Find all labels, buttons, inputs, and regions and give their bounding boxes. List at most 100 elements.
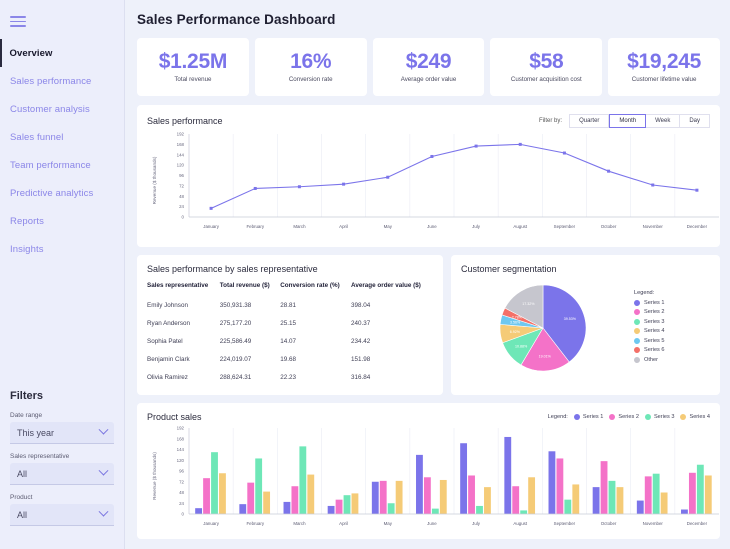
legend-item: Series 2	[609, 414, 639, 420]
sidebar-item-team-performance[interactable]: Team performance	[0, 151, 124, 179]
sidebar-item-insights[interactable]: Insights	[0, 235, 124, 263]
table-header-row: Sales representative Total revenue ($) Con…	[147, 282, 433, 296]
product-sales-card: Product sales Legend: Series 1 Series 2 Se…	[137, 403, 720, 539]
svg-text:March: March	[293, 521, 306, 526]
filter-pill-month[interactable]: Month	[609, 114, 647, 128]
legend-color-dot	[634, 309, 640, 316]
svg-text:144: 144	[177, 447, 185, 452]
sidebar-item-predictive-analytics[interactable]: Predictive analytics	[0, 179, 124, 207]
table-cell: 316.84	[351, 373, 371, 381]
sidebar-item-overview[interactable]: Overview	[0, 39, 124, 67]
legend-label: Series 4	[644, 328, 665, 335]
select-value: All	[17, 509, 28, 520]
sidebar-item-reports[interactable]: Reports	[0, 207, 124, 235]
svg-text:48: 48	[179, 490, 184, 495]
filter-pill-week[interactable]: Week	[646, 114, 681, 128]
filter-field: Date range This year	[10, 412, 114, 444]
svg-text:September: September	[554, 224, 576, 229]
field-label: Sales representative	[10, 453, 70, 460]
svg-text:September: September	[554, 521, 576, 526]
kpi-value: 16%	[290, 50, 332, 73]
legend-item: Series 6	[634, 347, 665, 354]
filter-pill-quarter[interactable]: Quarter	[569, 114, 610, 128]
card-title: Sales performance by sales representativ…	[147, 264, 318, 274]
kpi-label: Customer lifetime value	[631, 76, 697, 83]
table-row: Benjamin Clark 224,019.07 19.68 151.98	[147, 350, 433, 368]
svg-text:48: 48	[179, 194, 184, 199]
legend-color-dot	[634, 347, 640, 354]
legend-item: Other	[634, 356, 665, 363]
page-title: Sales Performance Dashboard	[137, 12, 336, 27]
sidebar: Overview Sales performance Customer analys…	[0, 0, 125, 549]
svg-text:10.88%: 10.88%	[515, 344, 528, 348]
filters-title: Filters	[10, 390, 44, 402]
select-date-range[interactable]: This year	[10, 422, 114, 444]
customer-segmentation-pie-chart: 39.53%19.01%10.88%6.92%3.56%2.78%17.32%	[499, 284, 587, 372]
select-sales-representative[interactable]: All	[10, 463, 114, 485]
svg-text:0: 0	[182, 215, 185, 220]
card-title: Sales performance	[147, 116, 223, 126]
kpi-value: $19,245	[627, 50, 701, 73]
hamburger-icon[interactable]	[10, 16, 26, 27]
legend-title: Legend:	[547, 414, 568, 420]
svg-text:January: January	[203, 224, 219, 229]
filter-field: Product All	[10, 494, 114, 526]
svg-text:November: November	[643, 521, 664, 526]
svg-text:February: February	[246, 224, 264, 229]
table-row: Emily Johnson 350,931.38 28.81 398.04	[147, 296, 433, 314]
table-cell: Ryan Anderson	[147, 319, 191, 327]
svg-text:120: 120	[177, 458, 185, 463]
legend-item: Series 3	[634, 318, 665, 325]
sidebar-item-sales-funnel[interactable]: Sales funnel	[0, 123, 124, 151]
kpi-label: Total revenue	[174, 76, 212, 83]
table-body: Emily Johnson 350,931.38 28.81 398.04 Ryan A…	[147, 296, 433, 386]
svg-text:August: August	[513, 224, 527, 229]
sales-rep-table-card: Sales performance by sales representativ…	[137, 255, 443, 395]
table-cell: 22.23	[280, 373, 296, 381]
legend-color-dot	[644, 414, 651, 420]
legend-label: Series 3	[644, 318, 665, 325]
kpi-value: $58	[529, 50, 564, 73]
table-column-header: Total revenue ($)	[219, 282, 270, 289]
legend-label: Other	[644, 356, 658, 363]
legend-color-dot	[609, 414, 616, 420]
svg-text:October: October	[601, 224, 617, 229]
select-value: This year	[17, 427, 55, 438]
filter-pill-day[interactable]: Day	[680, 114, 710, 128]
filter-pills: Quarter Month Week Day	[569, 114, 710, 128]
table-column-header: Average order value ($)	[351, 282, 421, 289]
legend-color-dot	[680, 414, 687, 420]
legend-label: Series 5	[644, 337, 665, 344]
table-row: Sophia Patel 225,586.49 14.07 234.42	[147, 332, 433, 350]
table-cell: 151.98	[351, 355, 371, 363]
pie-legend: Legend: Series 1 Series 2 Series 3 Series 4…	[634, 290, 665, 367]
svg-text:96: 96	[179, 173, 184, 178]
chevron-down-icon	[98, 465, 109, 476]
svg-text:6.92%: 6.92%	[510, 330, 521, 334]
legend-item: Series 3	[644, 414, 675, 420]
sales-performance-card: Sales performance Filter by: Quarter Mont…	[137, 105, 720, 247]
svg-text:April: April	[339, 521, 348, 526]
main-content: Sales Performance Dashboard $1.25M Total …	[125, 0, 730, 549]
svg-text:Revenue ($ thousands): Revenue ($ thousands)	[152, 452, 157, 500]
card-header: Product sales Legend: Series 1 Series 2 Se…	[147, 412, 710, 422]
svg-text:April: April	[339, 224, 348, 229]
sidebar-item-sales-performance[interactable]: Sales performance	[0, 67, 124, 95]
svg-text:144: 144	[177, 152, 185, 157]
svg-text:192: 192	[177, 132, 185, 137]
table-cell: 275,177.20	[219, 319, 252, 327]
bar-chart-container: Revenue ($ thousands) 0 24 48 72 96 120 144 168 1…	[147, 422, 719, 535]
chevron-down-icon	[98, 424, 109, 435]
kpi-row: $1.25M Total revenue 16% Conversion rate $24…	[137, 38, 720, 96]
filters-panel: Filters Date range This year Sales represe…	[0, 390, 124, 549]
field-label: Product	[10, 494, 33, 501]
select-product[interactable]: All	[10, 504, 114, 526]
sidebar-item-customer-analysis[interactable]: Customer analysis	[0, 95, 124, 123]
legend-label: Series 3	[653, 414, 675, 420]
svg-text:72: 72	[179, 479, 184, 484]
table-cell: 28.81	[280, 301, 296, 309]
kpi-card: 16% Conversion rate	[254, 38, 367, 96]
legend-item: Series 2	[634, 309, 665, 316]
legend-label: Series 6	[644, 347, 665, 354]
kpi-card: $249 Average order value	[372, 38, 485, 96]
